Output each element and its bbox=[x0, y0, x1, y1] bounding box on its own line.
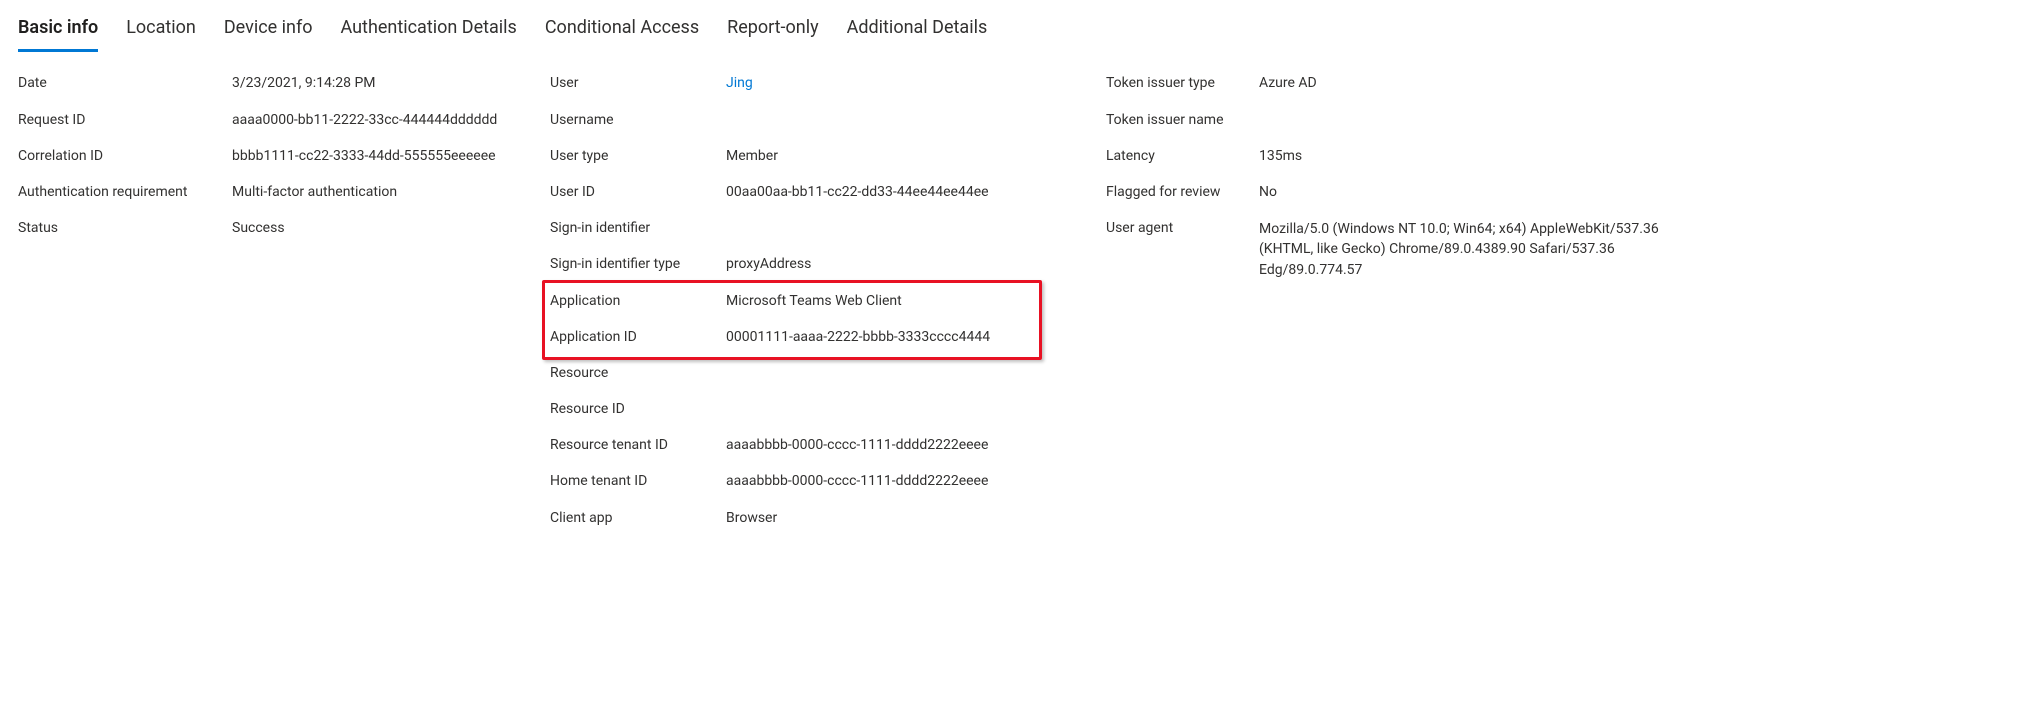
date-value: 3/23/2021, 9:14:28 PM bbox=[232, 74, 532, 92]
user-id-value: 00aa00aa-bb11-cc22-dd33-44ee44ee44ee bbox=[726, 183, 1056, 201]
user-type-value: Member bbox=[726, 147, 1056, 165]
home-tenant-id-value: aaaabbbb-0000-cccc-1111-dddd2222eeee bbox=[726, 472, 1056, 490]
user-id-label: User ID bbox=[550, 183, 708, 201]
application-id-label: Application ID bbox=[550, 328, 708, 346]
status-value: Success bbox=[232, 219, 532, 237]
tab-device-info[interactable]: Device info bbox=[224, 10, 313, 52]
token-issuer-name-label: Token issuer name bbox=[1106, 111, 1241, 129]
resource-tenant-id-value: aaaabbbb-0000-cccc-1111-dddd2222eeee bbox=[726, 436, 1056, 454]
username-label: Username bbox=[550, 111, 708, 129]
correlation-id-value: bbbb1111-cc22-3333-44dd-555555eeeeee bbox=[232, 147, 532, 165]
application-id-value: 00001111-aaaa-2222-bbbb-3333cccc4444 bbox=[726, 328, 1056, 346]
resource-id-label: Resource ID bbox=[550, 400, 708, 418]
details-column-2: User Jing Username User type Member User… bbox=[550, 74, 1056, 526]
tab-conditional-access[interactable]: Conditional Access bbox=[545, 10, 699, 52]
user-label: User bbox=[550, 74, 708, 92]
client-app-value: Browser bbox=[726, 509, 1056, 527]
date-label: Date bbox=[18, 74, 214, 92]
tab-additional-details[interactable]: Additional Details bbox=[847, 10, 988, 52]
resource-tenant-id-label: Resource tenant ID bbox=[550, 436, 708, 454]
signin-identifier-value bbox=[726, 219, 1056, 237]
user-value-link[interactable]: Jing bbox=[726, 74, 1056, 92]
latency-label: Latency bbox=[1106, 147, 1241, 165]
resource-id-value bbox=[726, 400, 1056, 418]
user-agent-label: User agent bbox=[1106, 219, 1241, 280]
request-id-label: Request ID bbox=[18, 111, 214, 129]
signin-details-panel: Basic info Location Device info Authenti… bbox=[0, 0, 2044, 707]
latency-value: 135ms bbox=[1259, 147, 1679, 165]
client-app-label: Client app bbox=[550, 509, 708, 527]
username-value bbox=[726, 111, 1056, 129]
details-body: Date 3/23/2021, 9:14:28 PM Request ID aa… bbox=[18, 74, 2026, 526]
flagged-for-review-label: Flagged for review bbox=[1106, 183, 1241, 201]
resource-label: Resource bbox=[550, 364, 708, 382]
flagged-for-review-value: No bbox=[1259, 183, 1679, 201]
home-tenant-id-label: Home tenant ID bbox=[550, 472, 708, 490]
correlation-id-label: Correlation ID bbox=[18, 147, 214, 165]
auth-requirement-label: Authentication requirement bbox=[18, 183, 214, 201]
tab-basic-info[interactable]: Basic info bbox=[18, 10, 98, 52]
details-column-1: Date 3/23/2021, 9:14:28 PM Request ID aa… bbox=[18, 74, 532, 237]
tab-report-only[interactable]: Report-only bbox=[727, 10, 819, 52]
details-column-3: Token issuer type Azure AD Token issuer … bbox=[1106, 74, 1679, 280]
signin-identifier-type-label: Sign-in identifier type bbox=[550, 255, 708, 273]
auth-requirement-value: Multi-factor authentication bbox=[232, 183, 532, 201]
user-type-label: User type bbox=[550, 147, 708, 165]
signin-identifier-type-value: proxyAddress bbox=[726, 255, 1056, 273]
status-label: Status bbox=[18, 219, 214, 237]
user-agent-value: Mozilla/5.0 (Windows NT 10.0; Win64; x64… bbox=[1259, 219, 1679, 280]
application-label: Application bbox=[550, 292, 708, 310]
token-issuer-name-value bbox=[1259, 111, 1679, 129]
resource-value bbox=[726, 364, 1056, 382]
details-tabs: Basic info Location Device info Authenti… bbox=[18, 0, 2026, 52]
tab-authentication-details[interactable]: Authentication Details bbox=[340, 10, 516, 52]
token-issuer-type-value: Azure AD bbox=[1259, 74, 1679, 92]
application-value: Microsoft Teams Web Client bbox=[726, 292, 1056, 310]
token-issuer-type-label: Token issuer type bbox=[1106, 74, 1241, 92]
signin-identifier-label: Sign-in identifier bbox=[550, 219, 708, 237]
tab-location[interactable]: Location bbox=[126, 10, 196, 52]
request-id-value: aaaa0000-bb11-2222-33cc-444444dddddd bbox=[232, 111, 532, 129]
